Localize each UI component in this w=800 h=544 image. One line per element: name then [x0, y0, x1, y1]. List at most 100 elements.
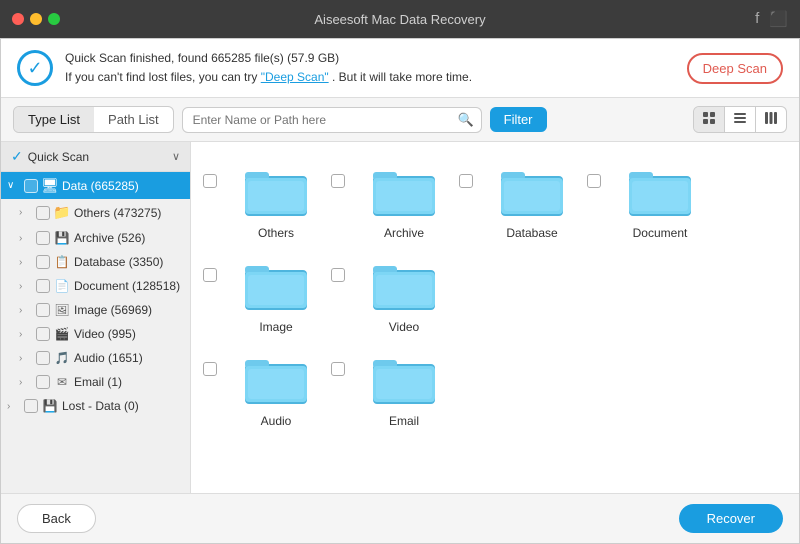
- expand-arrow-lost[interactable]: ›: [7, 401, 21, 412]
- sidebar-item-database[interactable]: › 📋 Database (3350): [1, 250, 190, 274]
- expand-arrow-archive[interactable]: ›: [19, 233, 33, 244]
- expand-arrow-image[interactable]: ›: [19, 305, 33, 316]
- folder-item-audio[interactable]: Audio: [221, 342, 331, 436]
- info-bar: ✓ Quick Scan finished, found 665285 file…: [1, 39, 799, 98]
- icon-database: 📋: [53, 255, 71, 269]
- expand-arrow-video[interactable]: ›: [19, 329, 33, 340]
- folder-item-archive[interactable]: Archive: [349, 154, 459, 248]
- scan-mode-label: ✓ Quick Scan: [11, 148, 89, 165]
- deep-scan-button[interactable]: Deep Scan: [687, 53, 783, 84]
- checkbox-archive[interactable]: [36, 231, 50, 245]
- scan-mode-text: Quick Scan: [28, 150, 89, 164]
- scan-mode-chevron[interactable]: ∨: [172, 150, 180, 163]
- scan-mode-row: ✓ Quick Scan ∨: [1, 142, 190, 172]
- label-email: Email (1): [74, 375, 182, 389]
- checkbox-others[interactable]: [36, 206, 50, 220]
- view-buttons: [693, 106, 787, 133]
- folder-cb-archive[interactable]: [331, 174, 345, 188]
- view-list-button[interactable]: [725, 107, 756, 132]
- maximize-button[interactable]: [48, 13, 60, 25]
- list-icon: [733, 111, 747, 125]
- folder-cb-document[interactable]: [587, 174, 601, 188]
- folder-icon-audio: [243, 354, 309, 408]
- tab-type-list[interactable]: Type List: [14, 107, 94, 132]
- filter-button[interactable]: Filter: [490, 107, 547, 132]
- folder-item-email[interactable]: Email: [349, 342, 459, 436]
- sidebar-item-data[interactable]: ∨ 🖥 Data (665285): [1, 172, 190, 199]
- tab-path-list[interactable]: Path List: [94, 107, 173, 132]
- folder-document-wrapper: Document: [587, 154, 715, 248]
- folder-cb-others[interactable]: [203, 174, 217, 188]
- icon-email: ✉: [53, 375, 71, 389]
- view-grid-button[interactable]: [694, 107, 725, 132]
- body-area: ✓ Quick Scan ∨ ∨ 🖥 Data (665285) › 📁 Oth…: [1, 142, 799, 493]
- checkbox-audio[interactable]: [36, 351, 50, 365]
- folder-grid-row-1: Others Archive: [203, 154, 787, 342]
- folder-icon-image: [243, 260, 309, 314]
- expand-arrow-audio[interactable]: ›: [19, 353, 33, 364]
- folder-cb-video[interactable]: [331, 268, 345, 282]
- expand-arrow-document[interactable]: ›: [19, 281, 33, 292]
- icon-image: 🖼: [53, 303, 71, 317]
- sidebar-item-document[interactable]: › 📄 Document (128518): [1, 274, 190, 298]
- folder-icon-others: [243, 166, 309, 220]
- close-button[interactable]: [12, 13, 24, 25]
- folder-cb-email[interactable]: [331, 362, 345, 376]
- folder-others-wrapper: Others: [203, 154, 331, 248]
- folder-name-video: Video: [389, 320, 419, 334]
- info-text: Quick Scan finished, found 665285 file(s…: [65, 49, 472, 87]
- sidebar-item-image[interactable]: › 🖼 Image (56969): [1, 298, 190, 322]
- search-input[interactable]: [182, 107, 482, 133]
- icon-archive: 💾: [53, 231, 71, 245]
- expand-arrow-email[interactable]: ›: [19, 377, 33, 388]
- sidebar-item-lost[interactable]: › 💾 Lost - Data (0): [1, 394, 190, 418]
- icon-audio: 🎵: [53, 351, 71, 365]
- expand-arrow-database[interactable]: ›: [19, 257, 33, 268]
- folder-item-others[interactable]: Others: [221, 154, 331, 248]
- tab-group: Type List Path List: [13, 106, 174, 133]
- sidebar: ✓ Quick Scan ∨ ∨ 🖥 Data (665285) › 📁 Oth…: [1, 142, 191, 493]
- facebook-icon[interactable]: f: [755, 10, 759, 28]
- checkbox-document[interactable]: [36, 279, 50, 293]
- sidebar-item-email[interactable]: › ✉ Email (1): [1, 370, 190, 394]
- folder-item-image[interactable]: Image: [221, 248, 331, 342]
- folder-cb-image[interactable]: [203, 268, 217, 282]
- label-document: Document (128518): [74, 279, 182, 293]
- folder-cb-database[interactable]: [459, 174, 473, 188]
- folder-cb-audio[interactable]: [203, 362, 217, 376]
- scan-check-icon: ✓: [11, 148, 23, 165]
- status-icon: ✓: [17, 50, 53, 86]
- grid-icon: [702, 111, 716, 125]
- folder-item-document[interactable]: Document: [605, 154, 715, 248]
- folder-name-others: Others: [258, 226, 294, 240]
- traffic-lights: [12, 13, 60, 25]
- label-others: Others (473275): [74, 206, 182, 220]
- label-archive: Archive (526): [74, 231, 182, 245]
- sidebar-item-video[interactable]: › 🎬 Video (995): [1, 322, 190, 346]
- minimize-button[interactable]: [30, 13, 42, 25]
- sidebar-item-audio[interactable]: › 🎵 Audio (1651): [1, 346, 190, 370]
- recover-button[interactable]: Recover: [679, 504, 783, 533]
- sidebar-item-others[interactable]: › 📁 Others (473275): [1, 199, 190, 226]
- checkbox-data[interactable]: [24, 179, 38, 193]
- message-icon[interactable]: ⬛: [769, 10, 788, 28]
- icon-document: 📄: [53, 279, 71, 293]
- back-button[interactable]: Back: [17, 504, 96, 533]
- label-video: Video (995): [74, 327, 182, 341]
- folder-item-video[interactable]: Video: [349, 248, 459, 342]
- toolbar: Type List Path List 🔍 Filter: [1, 98, 799, 142]
- folder-name-database: Database: [506, 226, 557, 240]
- checkbox-video[interactable]: [36, 327, 50, 341]
- expand-arrow-others[interactable]: ›: [19, 207, 33, 218]
- deep-scan-link[interactable]: "Deep Scan": [261, 70, 329, 84]
- folder-item-database[interactable]: Database: [477, 154, 587, 248]
- sidebar-item-archive[interactable]: › 💾 Archive (526): [1, 226, 190, 250]
- checkbox-database[interactable]: [36, 255, 50, 269]
- checkbox-lost[interactable]: [24, 399, 38, 413]
- search-box: 🔍: [182, 107, 482, 133]
- expand-arrow-data[interactable]: ∨: [7, 180, 21, 191]
- checkbox-email[interactable]: [36, 375, 50, 389]
- folder-name-archive: Archive: [384, 226, 424, 240]
- checkbox-image[interactable]: [36, 303, 50, 317]
- view-column-button[interactable]: [756, 107, 786, 132]
